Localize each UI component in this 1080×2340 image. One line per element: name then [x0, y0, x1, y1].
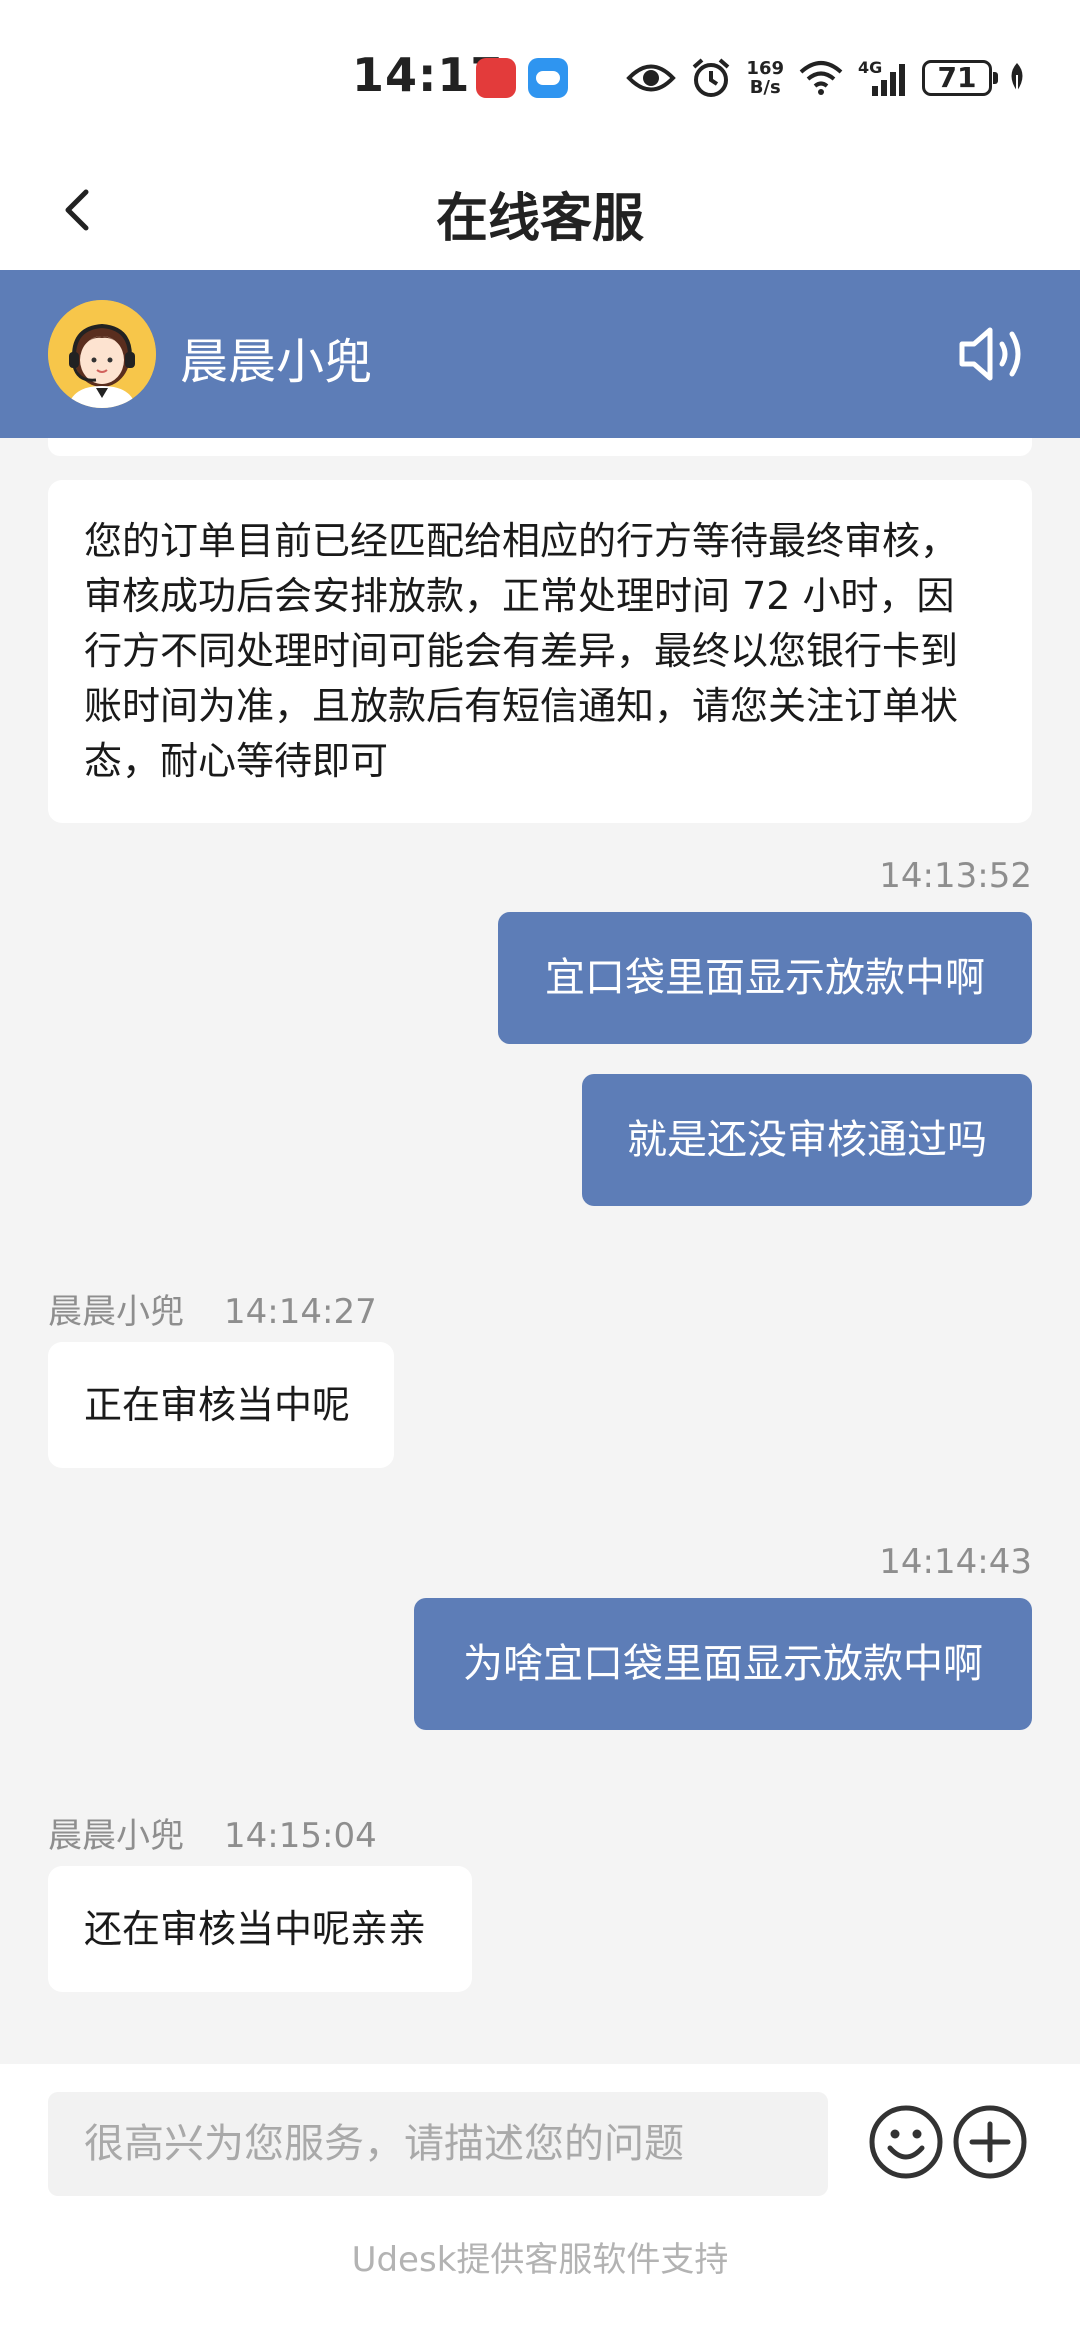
agent-avatar: [48, 300, 156, 408]
message-timestamp: 14:15:04: [224, 1816, 377, 1856]
net-speed: 169 B/s: [746, 59, 784, 97]
user-message-bubble: 为啥宜口袋里面显示放款中啊: [414, 1598, 1032, 1730]
message-line: 您的订单目前已经匹配给相应的行方等待最终审核，: [84, 519, 959, 563]
speaker-button[interactable]: [956, 318, 1036, 390]
add-attachment-button[interactable]: [952, 2104, 1028, 2180]
eye-icon: [626, 64, 677, 92]
chat-message-list[interactable]: 您的订单目前已经匹配给相应的行方等待最终审核， 审核成功后会安排放款，正常处理时…: [0, 438, 1080, 2064]
user-message-bubble: 宜口袋里面显示放款中啊: [498, 912, 1032, 1044]
message-line: 行方不同处理时间可能会有差异，最终以您银行卡到: [84, 629, 959, 673]
agent-message-bubble: 还在审核当中呢亲亲: [48, 1866, 472, 1992]
status-icons: 169 B/s 4G 71: [626, 56, 1028, 100]
message-line: 审核成功后会安排放款，正常处理时间 72 小时，因: [84, 574, 955, 618]
message-line: 账时间为准，且放款后有短信通知，请您关注订单状: [84, 684, 959, 728]
agent-message-meta: 晨晨小兜 14:15:04: [48, 1808, 377, 1857]
message-line: 态，耐心等待即可: [84, 739, 389, 783]
title-bar: 在线客服: [0, 150, 1080, 270]
agent-message-bubble: 正在审核当中呢: [48, 1342, 394, 1468]
agent-header: 晨晨小兜: [0, 270, 1080, 438]
sender-name: 晨晨小兜: [48, 1816, 184, 1856]
page-title: 在线客服: [435, 189, 644, 249]
speaker-icon: [959, 327, 1021, 381]
message-timestamp: 14:13:52: [879, 856, 1032, 896]
leaf-icon: [1011, 63, 1023, 95]
wifi-icon: [799, 61, 843, 95]
input-area: Udesk提供客服软件支持: [0, 2064, 1080, 2340]
message-input[interactable]: [48, 2092, 828, 2196]
previous-message-bubble: [48, 438, 1032, 456]
network-type: 4G: [858, 58, 883, 77]
message-timestamp: 14:14:27: [224, 1292, 377, 1332]
agent-message-bubble: 您的订单目前已经匹配给相应的行方等待最终审核， 审核成功后会安排放款，正常处理时…: [48, 480, 1032, 823]
customer-service-avatar-icon: [48, 300, 156, 408]
net-speed-unit: B/s: [749, 77, 781, 98]
agent-message-meta: 晨晨小兜 14:14:27: [48, 1284, 377, 1333]
powered-by-footer: Udesk提供客服软件支持: [351, 2240, 729, 2280]
cloud-app-icon: [528, 58, 568, 98]
cellular-signal-icon: 4G: [858, 58, 908, 98]
plus-circle-icon: [953, 2105, 1027, 2179]
message-timestamp: 14:14:43: [879, 1542, 1032, 1582]
sender-name: 晨晨小兜: [48, 1292, 184, 1332]
net-speed-value: 169: [746, 58, 784, 79]
user-message-bubble: 就是还没审核通过吗: [582, 1074, 1032, 1206]
emoji-button[interactable]: [868, 2104, 944, 2180]
battery-icon: 71: [922, 60, 998, 96]
status-bar: 14:17 169 B/s 4G 71: [0, 0, 1080, 150]
app-notification-icon: [476, 58, 516, 98]
alarm-icon: [693, 58, 730, 97]
smiley-icon: [869, 2105, 943, 2179]
agent-name: 晨晨小兜: [180, 334, 373, 390]
chat-screen: 14:17 169 B/s 4G 71 在线客服 晨晨小兜 您的订单目前已经匹配…: [0, 0, 1080, 2340]
